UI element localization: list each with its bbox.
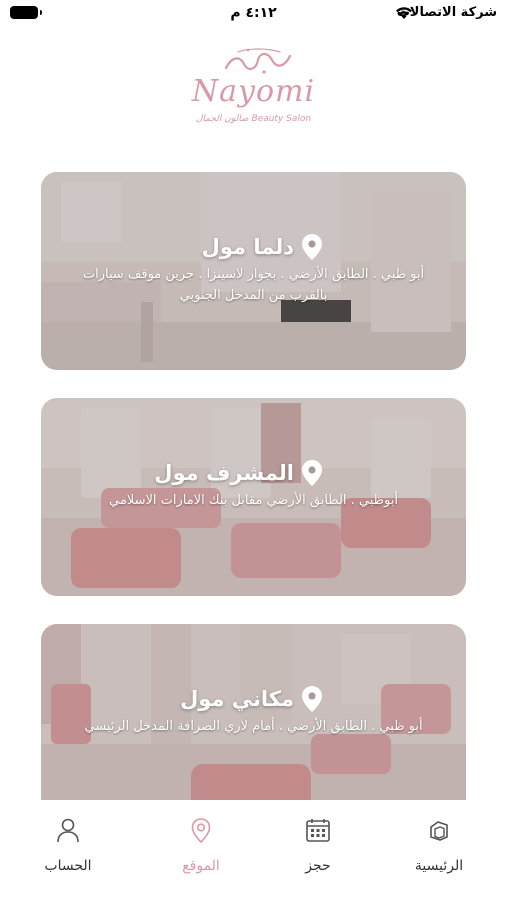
location-card-dalma[interactable]: دلما مول أبو ظبي . الطابق الأرضي . بجوار… [41,172,466,370]
map-pin-icon [302,460,322,486]
bottom-tab-bar: الرئيسية حجز الموقع الحساب [0,800,507,900]
tab-account[interactable]: الحساب [23,816,113,874]
tab-location-label: الموقع [182,858,220,874]
logo-text: Nayomi [191,74,316,109]
home-icon [430,821,448,841]
tab-booking-label: حجز [305,858,331,874]
carrier-name: شركة الاتصالات [396,5,497,20]
location-name: مكاني مول [180,687,294,711]
location-card-mushrif[interactable]: المشرف مول أبوظبي . الطابق الأرضي مقابل … [41,398,466,596]
tab-home[interactable]: الرئيسية [394,816,484,874]
location-address: أبوظبي . الطابق الأرضي مقابل بنك الامارا… [109,493,398,508]
location-name: دلما مول [201,235,294,259]
logo-tagline: Beauty Salon صالون الجمال [195,114,312,124]
map-pin-icon [302,234,322,260]
location-address: أبو ظبي . الطابق الأرضي . أمام لاري الصر… [84,719,423,734]
user-icon [57,818,79,843]
logo-arabic-calligraphy [224,48,292,74]
map-pin-icon [302,686,322,712]
status-bar: ٤:١٢ م شركة الاتصالات [0,0,507,28]
location-card-makani[interactable]: مكاني مول أبو ظبي . الطابق الأرضي . أمام… [41,624,466,822]
location-icon [191,818,211,844]
card-title-row: دلما مول [41,234,466,260]
location-address: أبو ظبي . الطابق الأرضي . بجوار لاسينزا … [82,267,425,303]
tab-account-label: الحساب [44,858,92,874]
location-name: المشرف مول [154,461,294,485]
card-title-row: المشرف مول [41,460,466,486]
card-title-row: مكاني مول [41,686,466,712]
calendar-icon [306,819,330,842]
tab-booking[interactable]: حجز [273,816,363,874]
tab-location[interactable]: الموقع [156,816,246,874]
tab-home-label: الرئيسية [414,858,464,874]
brand-logo: Nayomi Beauty Salon صالون الجمال [0,46,507,130]
